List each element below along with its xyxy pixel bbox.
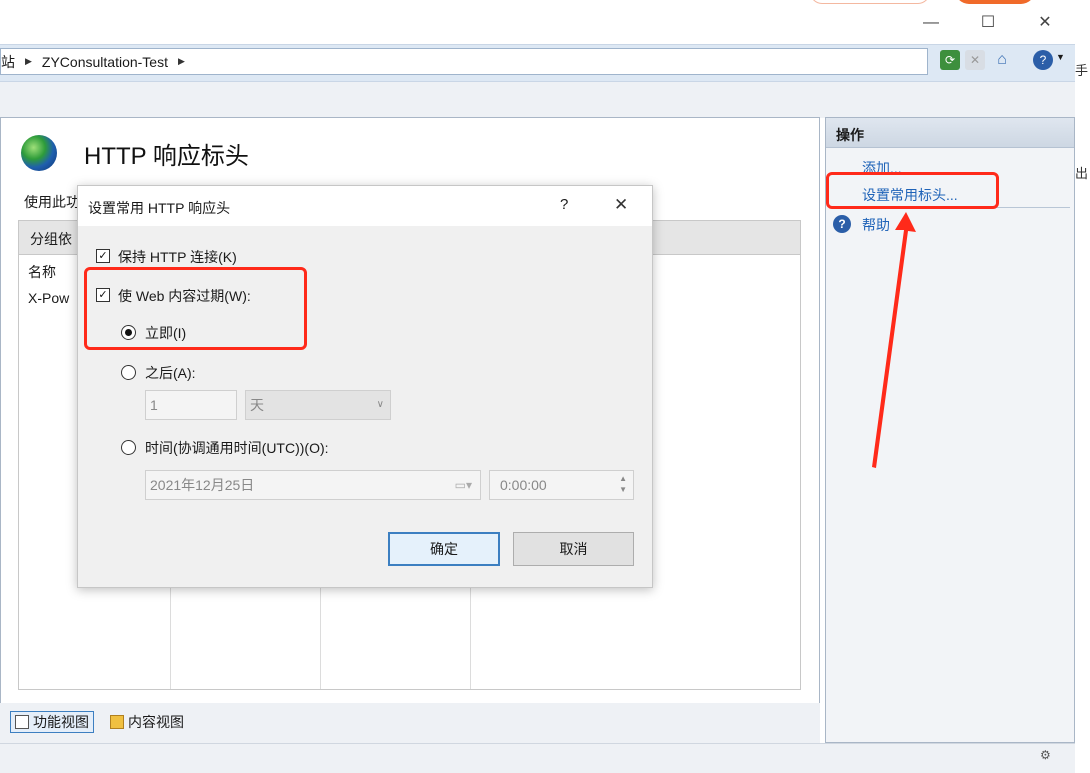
breadcrumb-arrow-icon[interactable]: ▶	[178, 56, 185, 67]
refresh-icon[interactable]: ⟳	[940, 50, 960, 70]
background-tab-decoration-orange	[955, 0, 1035, 4]
dialog-help-button[interactable]: ?	[560, 196, 568, 213]
tab-label: 功能视图	[33, 714, 89, 730]
ok-button[interactable]: 确定	[388, 532, 500, 566]
close-button[interactable]: ✕	[1022, 8, 1068, 38]
tab-content-view[interactable]: 内容视图	[106, 711, 188, 733]
breadcrumb-item-site[interactable]: ZYConsultation-Test	[42, 54, 168, 70]
breadcrumb-item-sites[interactable]: 站	[1, 52, 15, 72]
content-view-icon	[110, 715, 124, 729]
page-title: HTTP 响应标头	[84, 143, 249, 170]
breadcrumb[interactable]: 站 ▶ ZYConsultation-Test ▶	[0, 48, 928, 75]
time-value: 0:00:00	[500, 477, 547, 493]
features-view-icon	[15, 715, 29, 729]
spinner-arrows-icon: ▲ ▼	[619, 474, 627, 494]
breadcrumb-arrow-icon[interactable]: ▶	[25, 56, 32, 67]
edge-text-2: 出	[1075, 166, 1089, 181]
date-value: 2021年12月25日	[150, 477, 255, 493]
group-by-label[interactable]: 分组依	[30, 229, 72, 249]
after-value-input[interactable]: 1	[145, 390, 237, 420]
dialog-close-button[interactable]: ✕	[614, 195, 628, 215]
calendar-icon: ▭▾	[454, 478, 472, 492]
network-status-icon: ⚙	[1040, 748, 1051, 762]
after-label[interactable]: 之后(A):	[145, 363, 196, 383]
background-tab-decoration	[810, 0, 930, 4]
keep-alive-label[interactable]: 保持 HTTP 连接(K)	[118, 247, 237, 267]
status-bar	[0, 743, 1075, 773]
annotation-box-expire	[84, 267, 307, 350]
cancel-button[interactable]: 取消	[513, 532, 634, 566]
actions-title: 操作	[836, 127, 864, 143]
dialog-title: 设置常用 HTTP 响应头	[88, 200, 231, 216]
annotation-arrow-icon	[872, 212, 916, 468]
page-description: 使用此功	[24, 194, 80, 210]
time-radio[interactable]	[121, 440, 136, 455]
minimize-button[interactable]: —	[908, 8, 954, 38]
after-unit-select[interactable]: 天 ∨	[245, 390, 391, 420]
help-icon[interactable]: ?	[1033, 50, 1053, 70]
after-unit-value: 天	[250, 397, 264, 413]
tab-label: 内容视图	[128, 714, 184, 730]
chevron-down-icon: ∨	[376, 399, 384, 410]
date-picker[interactable]: 2021年12月25日 ▭▾	[145, 470, 481, 500]
after-radio[interactable]	[121, 365, 136, 380]
maximize-button[interactable]: ☐	[965, 8, 1011, 38]
stop-icon[interactable]: ✕	[965, 50, 985, 70]
table-row[interactable]: X-Pow	[28, 290, 69, 306]
common-headers-dialog	[77, 185, 653, 588]
home-icon[interactable]: ⌂	[992, 50, 1012, 70]
globe-icon	[21, 135, 57, 171]
edge-text: 手	[1075, 63, 1089, 78]
dropdown-arrow-icon[interactable]: ▼	[1056, 52, 1065, 62]
column-header-name[interactable]: 名称	[28, 262, 56, 282]
time-spinner[interactable]: 0:00:00 ▲ ▼	[489, 470, 634, 500]
keep-alive-checkbox[interactable]: ✓	[96, 249, 110, 263]
time-label[interactable]: 时间(协调通用时间(UTC))(O):	[145, 438, 329, 458]
menu-band	[0, 82, 1075, 118]
help-icon[interactable]: ?	[833, 215, 851, 233]
tab-features-view[interactable]: 功能视图	[10, 711, 94, 733]
